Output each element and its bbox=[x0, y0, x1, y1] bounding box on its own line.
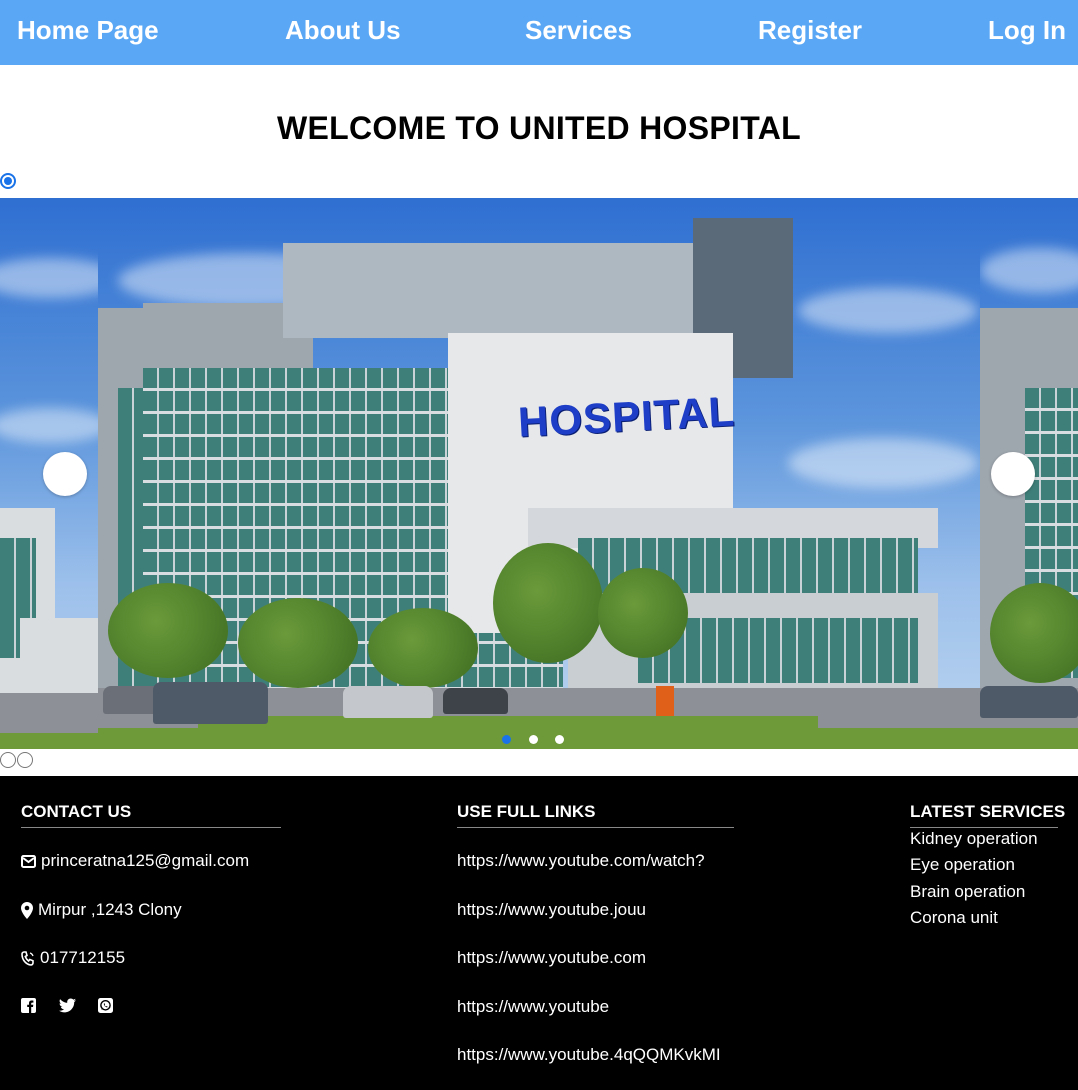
contact-phone: 017712155 bbox=[21, 948, 125, 968]
contact-phone-text[interactable]: 017712155 bbox=[40, 948, 125, 967]
contact-email-text[interactable]: princeratna125@gmail.com bbox=[41, 851, 249, 870]
map-marker-icon bbox=[21, 902, 33, 920]
footer: CONTACT US princeratna125@gmail.com Mirp… bbox=[0, 776, 1078, 1090]
slider-dot-1[interactable] bbox=[502, 735, 511, 744]
image-slider: HOSPITAL bbox=[0, 198, 1078, 749]
footer-link-1[interactable]: https://www.youtube.com/watch? bbox=[457, 851, 705, 871]
footer-link-5[interactable]: https://www.youtube.4qQQMKvkMI bbox=[457, 1045, 721, 1065]
service-item-kidney: Kidney operation bbox=[910, 829, 1038, 848]
service-item-eye: Eye operation bbox=[910, 855, 1015, 874]
slide-hospital-image: HOSPITAL bbox=[98, 198, 980, 749]
slider-dot-3[interactable] bbox=[555, 735, 564, 744]
contact-address-text: Mirpur ,1243 Clony bbox=[38, 900, 182, 919]
top-nav: Home Page About Us Services Register Log… bbox=[0, 0, 1078, 65]
contact-email: princeratna125@gmail.com bbox=[21, 851, 249, 871]
envelope-icon bbox=[21, 855, 36, 869]
nav-about-link[interactable]: About Us bbox=[285, 14, 401, 46]
service-item-corona: Corona unit bbox=[910, 908, 998, 927]
whatsapp-icon[interactable] bbox=[98, 998, 113, 1013]
nav-login-link[interactable]: Log In bbox=[988, 14, 1066, 46]
twitter-icon[interactable] bbox=[59, 998, 76, 1013]
slider-prev-button[interactable] bbox=[43, 452, 87, 496]
services-heading: LATEST SERVICES bbox=[910, 802, 1065, 828]
footer-link-4[interactable]: https://www.youtube bbox=[457, 997, 609, 1017]
nav-services-link[interactable]: Services bbox=[525, 14, 632, 46]
links-heading: USE FULL LINKS bbox=[457, 802, 734, 828]
service-item-brain: Brain operation bbox=[910, 882, 1026, 901]
slide-radio-1[interactable] bbox=[0, 173, 16, 189]
nav-register-link[interactable]: Register bbox=[758, 14, 862, 46]
slide-radio-3[interactable] bbox=[17, 752, 33, 768]
contact-address: Mirpur ,1243 Clony bbox=[21, 900, 182, 920]
contact-heading: CONTACT US bbox=[21, 802, 281, 828]
slider-next-button[interactable] bbox=[991, 452, 1035, 496]
phone-volume-icon bbox=[21, 951, 34, 966]
page-title: WELCOME TO UNITED HOSPITAL bbox=[277, 110, 801, 146]
facebook-icon[interactable] bbox=[21, 998, 36, 1013]
slide-radio-2[interactable] bbox=[0, 752, 16, 768]
footer-link-2[interactable]: https://www.youtube.jouu bbox=[457, 900, 646, 920]
footer-link-3[interactable]: https://www.youtube.com bbox=[457, 948, 646, 968]
slider-dot-2[interactable] bbox=[529, 735, 538, 744]
nav-home-link[interactable]: Home Page bbox=[17, 14, 159, 46]
